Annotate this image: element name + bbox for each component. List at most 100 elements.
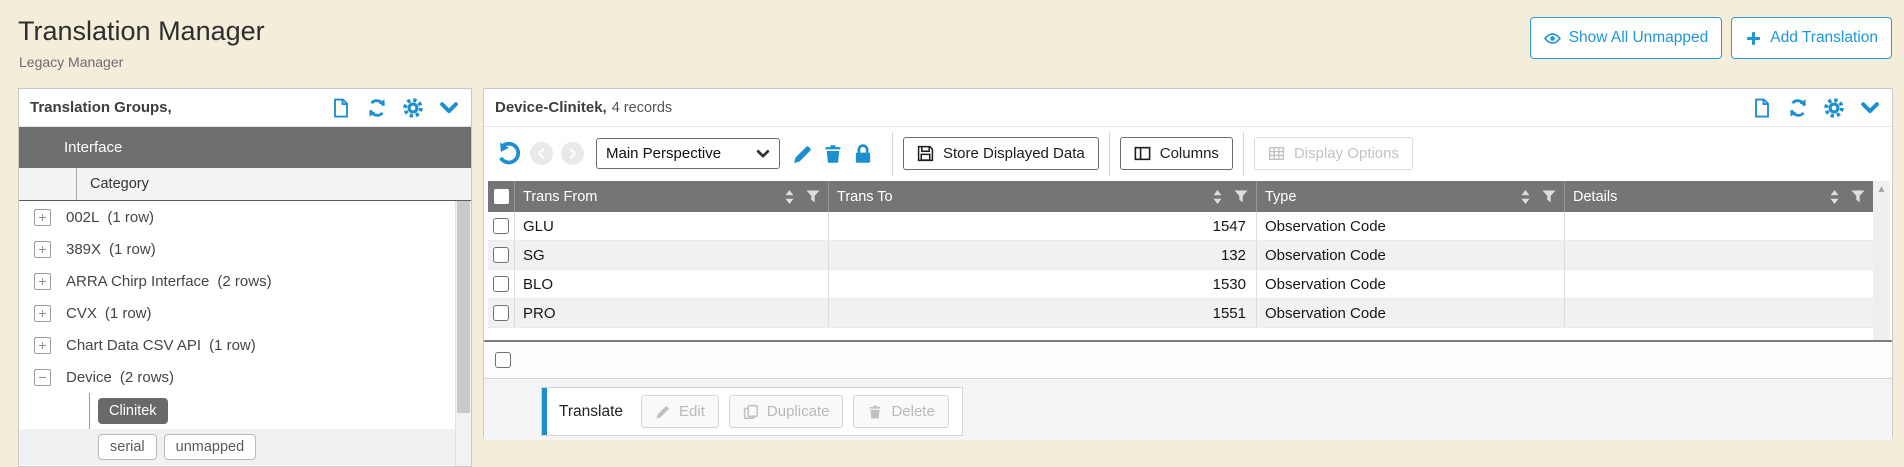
filter-icon[interactable] — [1542, 190, 1556, 203]
expand-plus-icon[interactable] — [34, 209, 51, 226]
left-panel-scrollbar[interactable] — [455, 201, 471, 466]
trash-icon — [867, 404, 883, 420]
select-all-header-cell — [488, 181, 514, 212]
expand-plus-icon[interactable] — [34, 337, 51, 354]
new-document-icon[interactable] — [331, 98, 351, 118]
select-all-checkbox[interactable] — [494, 189, 509, 204]
gear-icon[interactable] — [403, 98, 423, 118]
refresh-icon[interactable] — [367, 98, 387, 118]
translation-groups-title: Translation Groups, — [30, 99, 172, 116]
previous-perspective-button[interactable] — [530, 142, 553, 165]
filter-icon[interactable] — [1851, 190, 1865, 203]
category-column-header-row: Category — [19, 168, 471, 201]
cell-type: Observation Code — [1256, 299, 1564, 327]
column-header-type[interactable]: Type — [1256, 181, 1564, 212]
columns-button[interactable]: Columns — [1120, 137, 1233, 170]
row-checkbox[interactable] — [493, 218, 509, 234]
selected-group-badge-clinitek[interactable]: Clinitek — [98, 398, 168, 424]
add-translation-button[interactable]: Add Translation — [1731, 17, 1892, 59]
grid-icon — [1268, 145, 1285, 162]
duplicate-label: Duplicate — [767, 403, 830, 420]
sort-icon[interactable] — [1829, 190, 1840, 204]
footer-select-checkbox[interactable] — [495, 352, 511, 368]
column-header-icons — [784, 190, 820, 204]
undo-icon — [497, 141, 522, 166]
table-scrollbar[interactable] — [1873, 181, 1890, 340]
tag-badge-serial[interactable]: serial — [98, 434, 157, 460]
cell-details — [1564, 270, 1873, 298]
cell-trans-from: GLU — [514, 212, 828, 240]
edit-perspective-button[interactable] — [792, 143, 814, 165]
expand-plus-icon[interactable] — [34, 241, 51, 258]
perspective-select[interactable]: Main Perspective — [596, 138, 780, 169]
show-all-unmapped-button[interactable]: Show All Unmapped — [1530, 17, 1723, 59]
tree-item-count: (1 row) — [105, 305, 152, 322]
chevron-down-icon[interactable] — [439, 98, 459, 118]
tree-item-label: 389X — [66, 241, 101, 258]
sort-icon[interactable] — [1520, 190, 1531, 204]
tree-item-label: 002L — [66, 209, 99, 226]
select-chevron-down-icon — [756, 147, 770, 161]
expand-plus-icon[interactable] — [34, 273, 51, 290]
table-row-pro[interactable]: PRO 1551 Observation Code — [488, 299, 1873, 328]
tree-row-002l[interactable]: 002L (1 row) — [19, 201, 471, 233]
cell-trans-from: BLO — [514, 270, 828, 298]
cell-details — [1564, 212, 1873, 240]
row-select-cell — [488, 241, 514, 269]
filter-icon[interactable] — [1234, 190, 1248, 203]
tree-row-chart-data-csv-api[interactable]: Chart Data CSV API (1 row) — [19, 329, 471, 361]
new-document-icon[interactable] — [1752, 98, 1772, 118]
row-checkbox[interactable] — [493, 305, 509, 321]
pencil-icon — [655, 404, 671, 420]
store-displayed-data-label: Store Displayed Data — [943, 145, 1085, 162]
sort-icon[interactable] — [784, 190, 795, 204]
tree-row-cvx[interactable]: CVX (1 row) — [19, 297, 471, 329]
lock-button[interactable] — [852, 143, 874, 165]
scroll-up-icon[interactable] — [1873, 185, 1890, 195]
cell-trans-from: PRO — [514, 299, 828, 327]
row-checkbox[interactable] — [493, 276, 509, 292]
table-row-blo[interactable]: BLO 1530 Observation Code — [488, 270, 1873, 299]
cell-details — [1564, 241, 1873, 269]
interface-group-header: Interface — [19, 127, 471, 168]
tags-row: serial unmapped — [19, 429, 471, 465]
refresh-icon[interactable] — [1788, 98, 1808, 118]
lock-icon — [852, 143, 874, 165]
chevron-down-icon[interactable] — [1860, 98, 1880, 118]
column-header-details[interactable]: Details — [1564, 181, 1873, 212]
store-displayed-data-button[interactable]: Store Displayed Data — [903, 137, 1099, 170]
tree-row-389x[interactable]: 389X (1 row) — [19, 233, 471, 265]
top-action-buttons: Show All Unmapped Add Translation — [1530, 17, 1892, 59]
tag-badge-unmapped[interactable]: unmapped — [164, 434, 257, 460]
footer-select-row — [484, 342, 1892, 379]
gear-icon[interactable] — [1824, 98, 1844, 118]
translation-groups-header: Translation Groups, — [19, 89, 471, 127]
cell-trans-from: SG — [514, 241, 828, 269]
tree-row-arra-chirp-interface[interactable]: ARRA Chirp Interface (2 rows) — [19, 265, 471, 297]
cell-trans-to: 132 — [828, 241, 1256, 269]
column-header-trans-to[interactable]: Trans To — [828, 181, 1256, 212]
column-header-label: Details — [1573, 189, 1617, 205]
undo-button[interactable] — [497, 141, 522, 166]
column-header-trans-from[interactable]: Trans From — [514, 181, 828, 212]
record-count: 4 records — [612, 100, 672, 116]
translation-manager-screen: Translation Manager Legacy Manager Show … — [0, 0, 1904, 467]
collapse-minus-icon[interactable] — [34, 369, 51, 386]
table-row-glu[interactable]: GLU 1547 Observation Code — [488, 212, 1873, 241]
expand-plus-icon[interactable] — [34, 305, 51, 322]
category-column-header[interactable]: Category — [77, 176, 149, 192]
scrollbar-thumb[interactable] — [457, 201, 470, 413]
perspective-selected-value: Main Perspective — [606, 145, 721, 162]
next-perspective-button[interactable] — [561, 142, 584, 165]
tree-row-device[interactable]: Device (2 rows) — [19, 361, 471, 393]
sort-icon[interactable] — [1212, 190, 1223, 204]
delete-perspective-button[interactable] — [822, 143, 844, 165]
row-checkbox[interactable] — [493, 247, 509, 263]
table-row-sg[interactable]: SG 132 Observation Code — [488, 241, 1873, 270]
plus-icon — [1745, 30, 1762, 47]
cell-details — [1564, 299, 1873, 327]
filter-icon[interactable] — [806, 190, 820, 203]
column-header-icons — [1829, 190, 1865, 204]
tree-item-label: CVX — [66, 305, 97, 322]
device-child-row: Clinitek — [19, 393, 471, 429]
